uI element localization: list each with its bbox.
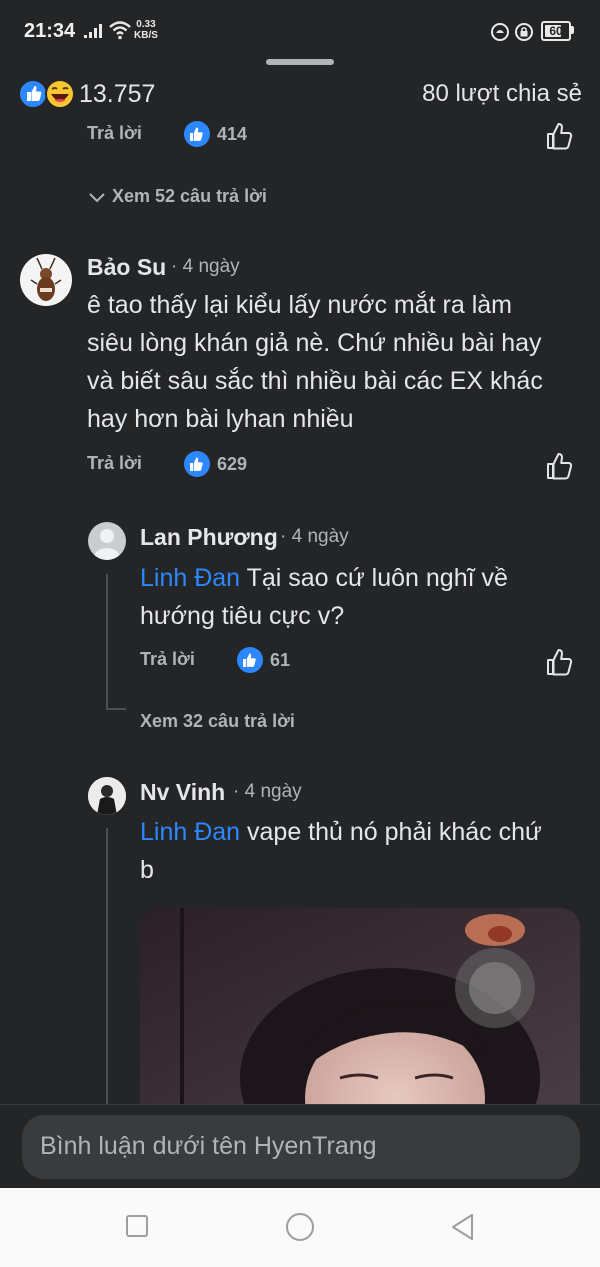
reply-text-line: b — [140, 856, 154, 884]
reply-author[interactable]: Nv Vinh — [140, 779, 225, 806]
reply-author[interactable]: Lan Phương — [140, 524, 278, 551]
like-badge-icon — [237, 647, 263, 673]
mention-link[interactable]: Linh Đan — [140, 564, 240, 592]
lock-icon — [514, 22, 534, 47]
battery-level: 60 — [549, 24, 563, 38]
reply-button[interactable]: Trả lời — [140, 649, 195, 670]
reply-text: Linh Đan Tại sao cứ luôn nghĩ về hướng t… — [140, 559, 508, 635]
like-badge-icon — [184, 451, 210, 477]
reply-time: · 4 ngày — [280, 526, 349, 547]
comment-input-placeholder: Bình luận dưới tên HyenTrang — [40, 1132, 377, 1160]
signal-icon — [84, 24, 104, 43]
reply-button[interactable]: Trả lời — [87, 123, 142, 144]
reply-time: · 4 ngày — [233, 781, 302, 802]
reply-text-line: Tại sao cứ luôn nghĩ về — [240, 564, 508, 592]
wifi-icon — [108, 20, 132, 45]
rotation-icon — [490, 22, 510, 47]
sheet-drag-handle[interactable] — [266, 59, 334, 65]
reaction-icons — [18, 78, 78, 115]
view-replies-link[interactable]: Xem 32 câu trả lời — [140, 711, 295, 732]
comment-text-line: ê tao thấy lại kiểu lấy nước mắt ra làm — [87, 291, 512, 319]
reply-text-line: vape thủ nó phải khác chứ — [240, 818, 542, 846]
like-button-icon[interactable] — [545, 121, 575, 151]
view-replies-link[interactable]: Xem 52 câu trả lời — [88, 186, 267, 207]
battery-icon: 60 — [541, 21, 571, 41]
avatar[interactable] — [88, 522, 126, 560]
home-icon[interactable] — [285, 1212, 315, 1247]
status-time: 21:34 — [24, 20, 76, 42]
status-bar: 21:34 0.33 KB/S 60 — [0, 0, 600, 60]
like-count: 61 — [270, 650, 291, 670]
comment-author[interactable]: Bảo Su — [87, 254, 166, 281]
reaction-count: 13.757 — [79, 80, 156, 108]
comment-text-line: hay hơn bài lyhan nhiều — [87, 405, 354, 433]
chevron-down-icon — [89, 193, 105, 203]
like-badge-icon — [184, 121, 210, 147]
comment-composer-bar: Bình luận dưới tên HyenTrang — [0, 1104, 600, 1189]
thread-connector — [106, 828, 108, 1104]
thread-connector — [106, 708, 126, 710]
back-icon[interactable] — [450, 1213, 476, 1246]
comment-text-line: và biết sâu sắc thì nhiều bài các EX khá… — [87, 367, 543, 395]
comment-text-line: siêu lòng khán giả nè. Chứ nhiều bài hay — [87, 329, 542, 357]
network-speed: 0.33 KB/S — [134, 19, 158, 41]
network-speed-value: 0.33 — [136, 19, 156, 30]
system-nav-bar — [0, 1188, 600, 1267]
avatar[interactable] — [88, 777, 126, 815]
like-count: 414 — [217, 124, 248, 144]
reply-text-line: hướng tiêu cực v? — [140, 602, 345, 630]
network-speed-unit: KB/S — [134, 30, 158, 41]
reply-text: Linh Đan vape thủ nó phải khác chứ b — [140, 813, 542, 889]
mention-link[interactable]: Linh Đan — [140, 818, 240, 846]
view-replies-label: Xem 52 câu trả lời — [112, 186, 267, 206]
like-button-icon[interactable] — [545, 647, 575, 677]
thread-connector — [106, 574, 108, 710]
comment-text: ê tao thấy lại kiểu lấy nước mắt ra làm … — [87, 286, 543, 438]
share-count[interactable]: 80 lượt chia sẻ — [422, 80, 582, 108]
like-button-icon[interactable] — [545, 451, 575, 481]
avatar[interactable] — [20, 254, 72, 306]
comment-input[interactable]: Bình luận dưới tên HyenTrang — [22, 1115, 580, 1179]
recent-apps-icon[interactable] — [125, 1214, 149, 1243]
like-count: 629 — [217, 454, 248, 474]
reactions-summary[interactable]: 13.757 80 lượt chia sẻ — [18, 78, 582, 110]
reply-button[interactable]: Trả lời — [87, 453, 142, 474]
reply-attachment-image[interactable] — [140, 908, 580, 1108]
comment-time: · 4 ngày — [171, 256, 240, 277]
